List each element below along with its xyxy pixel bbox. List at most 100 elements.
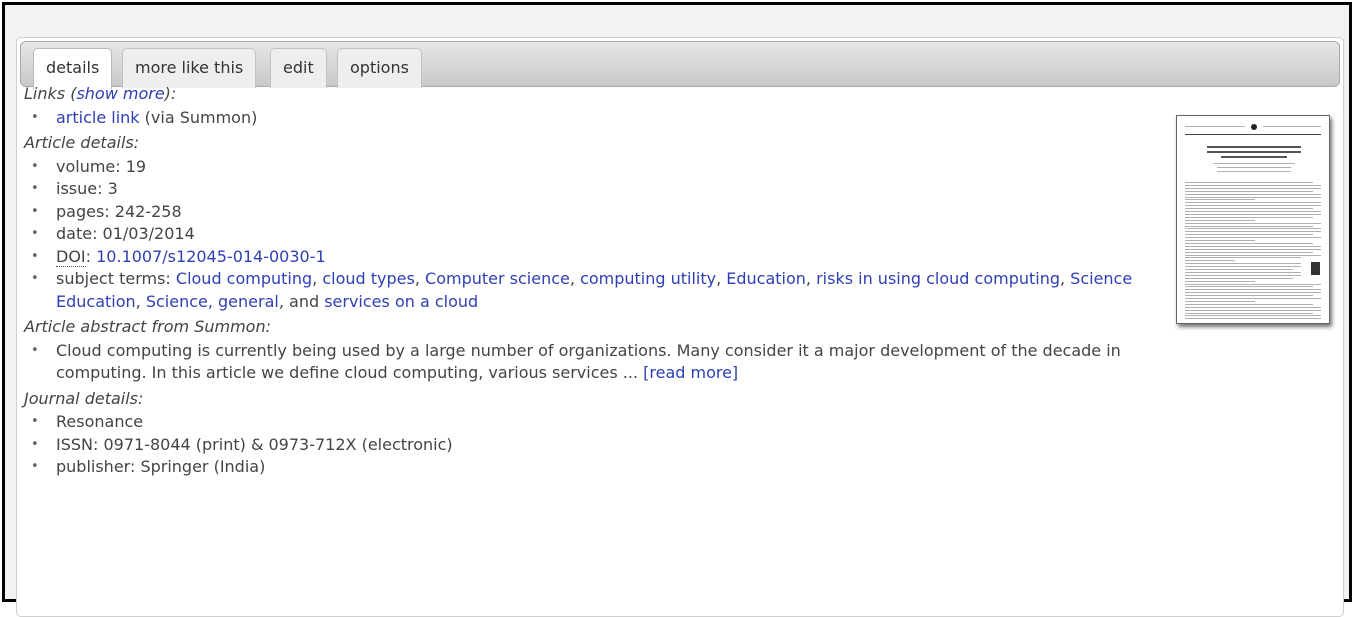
read-more-link[interactable]: [read more] — [643, 363, 738, 382]
thumb-text-line — [1185, 303, 1313, 305]
thumb-text-line — [1185, 289, 1321, 291]
article-link[interactable]: article link — [56, 108, 140, 127]
thumb-text-line — [1185, 245, 1321, 247]
subject-term-link[interactable]: Education — [726, 269, 806, 288]
doi-link[interactable]: 10.1007/s12045-014-0030-1 — [96, 247, 326, 266]
thumb-text-line — [1185, 271, 1301, 273]
subject-term-link[interactable]: Computer science — [425, 269, 570, 288]
thumb-text-line — [1185, 254, 1321, 256]
thumb-text-line — [1185, 187, 1321, 189]
subject-term-separator: , — [569, 269, 581, 288]
thumb-text-line — [1185, 237, 1321, 239]
thumb-text-line — [1185, 298, 1321, 299]
subject-term-separator: , — [805, 269, 817, 288]
article-details-list: volume: 19 issue: 3 pages: 242-258 date:… — [24, 156, 1164, 314]
abstract-text: Cloud computing is currently being used … — [56, 340, 1121, 383]
issue-item: issue: 3 — [24, 178, 1164, 201]
doi-item: DOI: 10.1007/s12045-014-0030-1 — [24, 246, 1164, 269]
thumb-text-line — [1185, 251, 1313, 253]
thumb-text-line — [1185, 274, 1301, 276]
thumb-title-line — [1221, 156, 1287, 158]
thumb-text-line — [1185, 248, 1321, 250]
thumb-header-line — [1185, 126, 1245, 127]
thumb-text-line — [1185, 318, 1321, 320]
links-list: article link (via Summon) — [24, 107, 1164, 130]
thumb-text-line — [1185, 199, 1255, 201]
subject-terms-joiner: , and — [278, 291, 325, 311]
links-heading-prefix: Links ( — [24, 84, 77, 103]
thumb-text-line — [1185, 300, 1255, 302]
date-item: date: 01/03/2014 — [24, 223, 1164, 246]
abstract-list: Cloud computing is currently being used … — [24, 340, 1164, 385]
thumb-text-line — [1185, 202, 1321, 204]
thumb-text-line — [1185, 292, 1321, 294]
subject-term-link[interactable]: Science, general — [146, 292, 279, 311]
thumb-text-line — [1185, 190, 1313, 192]
thumb-text-line — [1185, 295, 1313, 297]
links-heading-suffix: ): — [164, 84, 177, 103]
thumb-text-line — [1185, 208, 1313, 210]
subject-terms-item: subject terms: Cloud computing, cloud ty… — [24, 268, 1164, 313]
article-thumbnail-icon[interactable] — [1176, 115, 1330, 324]
thumb-text-line — [1185, 242, 1313, 244]
thumb-rule — [1185, 134, 1321, 135]
thumb-text-line — [1185, 228, 1321, 230]
list-item: article link (via Summon) — [24, 107, 1164, 130]
thumb-text-line — [1185, 205, 1321, 207]
thumb-text-line — [1185, 193, 1321, 195]
thumb-text-line — [1185, 309, 1321, 311]
abstract-heading: Article abstract from Summon: — [24, 317, 271, 336]
thumb-text-line — [1185, 312, 1313, 314]
thumb-text-line — [1185, 277, 1293, 279]
thumb-text-line — [1185, 263, 1301, 265]
thumb-text-line — [1185, 225, 1313, 227]
journal-details-heading: Journal details: — [24, 388, 144, 408]
thumb-text-line — [1185, 211, 1321, 212]
thumb-text-line — [1185, 315, 1321, 317]
issn-item: ISSN: 0971-8044 (print) & 0973-712X (ele… — [24, 434, 1164, 457]
thumb-text-line — [1185, 184, 1321, 186]
doi-separator: : — [85, 246, 97, 266]
thumb-text-line — [1185, 231, 1321, 233]
thumb-text-line — [1185, 234, 1313, 236]
thumb-text-line — [1185, 222, 1321, 224]
subject-term-link[interactable]: Cloud computing — [176, 269, 312, 288]
thumb-text-line — [1185, 216, 1313, 218]
thumb-header-line — [1263, 126, 1321, 127]
subject-term-separator: , — [312, 269, 323, 288]
thumb-text-line — [1185, 213, 1321, 215]
show-more-link[interactable]: show more — [76, 84, 164, 103]
journal-details-list: Resonance ISSN: 0971-8044 (print) & 0973… — [24, 411, 1164, 479]
subject-terms-list: Cloud computing, cloud types, Computer s… — [56, 269, 1132, 311]
subject-term-link[interactable]: services on a cloud — [324, 292, 478, 311]
volume-item: volume: 19 — [24, 156, 1164, 179]
thumb-text-line — [1185, 283, 1321, 285]
subject-term-link[interactable]: computing utility — [580, 269, 716, 288]
pages-item: pages: 242-258 — [24, 201, 1164, 224]
thumb-text-line — [1185, 219, 1255, 221]
subject-term-link[interactable]: cloud types — [322, 269, 415, 288]
publisher-item: publisher: Springer (India) — [24, 456, 1164, 479]
thumb-title-line — [1207, 146, 1301, 148]
thumb-author-line — [1217, 171, 1291, 172]
article-details-heading: Article details: — [24, 133, 140, 152]
thumb-text-line — [1185, 196, 1321, 198]
thumb-logo — [1251, 124, 1257, 130]
thumb-text-line — [1185, 260, 1235, 262]
thumb-title-line — [1207, 151, 1301, 153]
thumb-text-line — [1185, 257, 1301, 259]
thumb-author-line — [1213, 163, 1295, 164]
subject-term-link[interactable]: risks in using cloud computing — [816, 269, 1060, 288]
details-content: Links (show more): article link (via Sum… — [24, 80, 1164, 479]
thumb-text-line — [1185, 266, 1301, 268]
thumb-text-line — [1185, 286, 1313, 288]
thumb-text-line — [1185, 182, 1313, 183]
thumb-text-line — [1185, 269, 1293, 270]
thumb-figure — [1311, 262, 1320, 275]
subject-terms-label: subject terms: — [56, 269, 176, 288]
subject-term-separator: , — [135, 291, 146, 311]
links-heading: Links (show more): — [24, 83, 1164, 106]
subject-term-separator: , — [716, 269, 727, 288]
abstract-item: Cloud computing is currently being used … — [24, 340, 1164, 385]
thumb-text-line — [1185, 306, 1321, 308]
